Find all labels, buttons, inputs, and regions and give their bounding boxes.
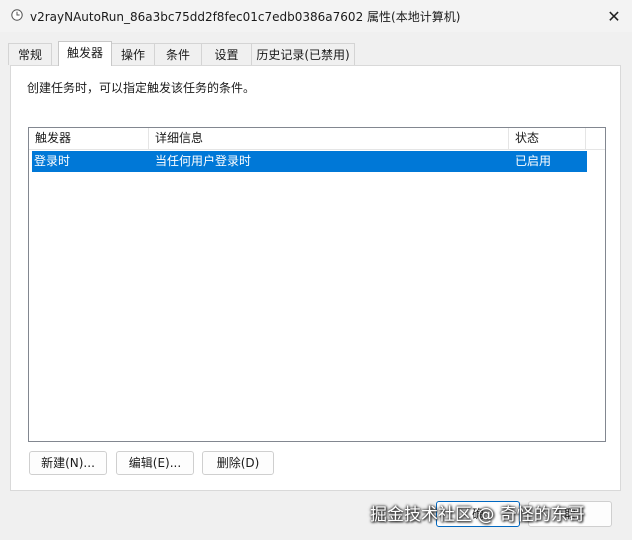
tab-history[interactable]: 历史记录(已禁用) <box>251 43 355 65</box>
close-icon: ✕ <box>607 6 621 26</box>
window-title: v2rayNAutoRun_86a3bc75dd2f8fec01c7edb038… <box>30 10 461 24</box>
column-header-trigger[interactable]: 触发器 <box>29 128 149 149</box>
triggers-panel: 创建任务时，可以指定触发该任务的条件。 触发器 详细信息 状态 登录时 当任何用… <box>10 65 621 491</box>
cell-details: 当任何用户登录时 <box>155 154 252 168</box>
tab-actions[interactable]: 操作 <box>111 43 155 65</box>
edit-button[interactable]: 编辑(E)... <box>116 451 194 475</box>
clock-icon <box>11 9 23 21</box>
watermark: 掘金技术社区 @ 奇怪的东哥 <box>370 505 585 525</box>
column-header-details[interactable]: 详细信息 <box>149 128 509 149</box>
triggers-list[interactable]: 触发器 详细信息 状态 登录时 当任何用户登录时 已启用 <box>28 127 606 442</box>
panel-description: 创建任务时，可以指定触发该任务的条件。 <box>27 81 256 95</box>
delete-button[interactable]: 删除(D) <box>202 451 274 475</box>
column-header-status[interactable]: 状态 <box>509 128 586 149</box>
tab-triggers[interactable]: 触发器 <box>58 41 112 66</box>
tab-settings[interactable]: 设置 <box>201 43 252 65</box>
new-button[interactable]: 新建(N)... <box>29 451 107 475</box>
list-row-selected[interactable]: 登录时 当任何用户登录时 已启用 <box>32 151 587 172</box>
cell-trigger: 登录时 <box>34 154 71 168</box>
cell-status: 已启用 <box>515 154 552 168</box>
tab-general[interactable]: 常规 <box>8 43 52 65</box>
title-bar: v2rayNAutoRun_86a3bc75dd2f8fec01c7edb038… <box>0 0 632 32</box>
list-header: 触发器 详细信息 状态 <box>29 128 605 150</box>
tab-conditions[interactable]: 条件 <box>154 43 202 65</box>
close-button[interactable]: ✕ <box>596 0 632 32</box>
